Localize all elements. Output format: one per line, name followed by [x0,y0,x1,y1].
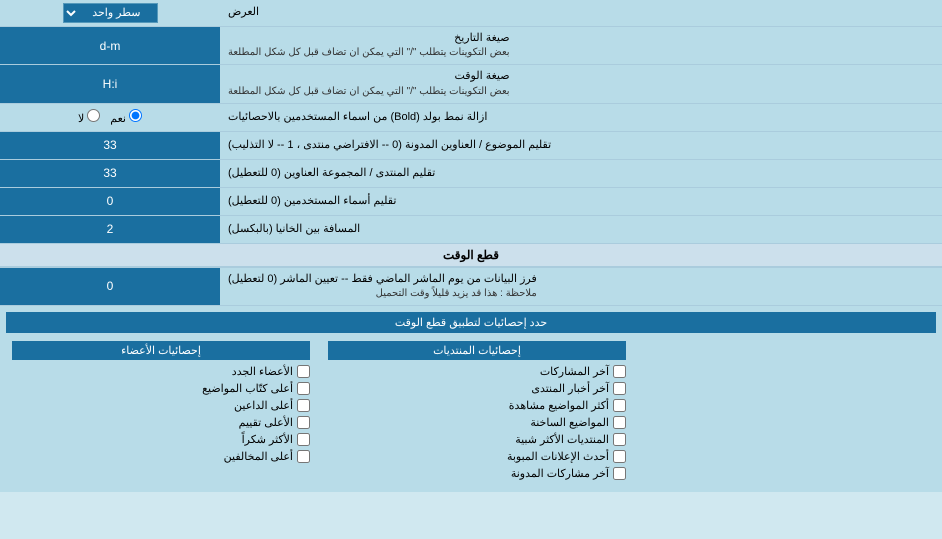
bold-no-radio[interactable] [87,109,100,122]
space-between-input[interactable] [6,222,214,236]
space-between-label: المسافة بين الخانيا (بالبكسل) [220,216,942,243]
user-names-label: تقليم أسماء المستخدمين (0 للتعطيل) [220,188,942,215]
date-format-input[interactable] [6,39,214,53]
checkbox-new-members[interactable] [297,365,310,378]
topics-per-forum-row: تقليم الموضوع / العناوين المدونة (0 -- ا… [0,132,942,160]
checkbox-item-6[interactable]: أحدث الإعلانات المبوبة [328,448,626,465]
time-cut-header: قطع الوقت [0,244,942,268]
checkbox-item-m2[interactable]: أعلى كتّاب المواضيع [12,380,310,397]
date-format-row: صيغة التاريخ بعض التكوينات يتطلب "/" الت… [0,27,942,65]
checkbox-top-callers[interactable] [297,399,310,412]
stats-apply-header: حدد إحصائيات لتطبيق قطع الوقت [6,312,936,333]
topics-per-forum-label: تقليم الموضوع / العناوين المدونة (0 -- ا… [220,132,942,159]
checkbox-item-3[interactable]: أكثر المواضيع مشاهدة [328,397,626,414]
topics-per-forum-input[interactable] [6,138,214,152]
time-cut-label: فرز البيانات من يوم الماشر الماضي فقط --… [220,268,942,305]
date-format-input-cell[interactable] [0,27,220,64]
checkbox-grid: إحصائيات المنتديات آخر المشاركات آخر أخب… [6,337,936,486]
space-between-row: المسافة بين الخانيا (بالبكسل) [0,216,942,244]
forum-stats-col: إحصائيات المنتديات آخر المشاركات آخر أخب… [322,337,632,486]
time-cut-row: فرز البيانات من يوم الماشر الماضي فقط --… [0,268,942,306]
display-select-cell[interactable]: سطر واحد [0,0,220,26]
checkbox-item-m1[interactable]: الأعضاء الجدد [12,363,310,380]
checkbox-item-m6[interactable]: أعلى المخالفين [12,448,310,465]
checkbox-item-5[interactable]: المنتديات الأكثر شبية [328,431,626,448]
checkbox-item-2[interactable]: آخر أخبار المنتدى [328,380,626,397]
time-cut-input[interactable] [6,279,214,293]
time-format-input[interactable] [6,77,214,91]
forum-group-input[interactable] [6,166,214,180]
checkbox-latest-ads[interactable] [613,450,626,463]
bold-no-label[interactable]: لا [78,109,100,125]
checkbox-top-authors[interactable] [297,382,310,395]
checkbox-last-posts[interactable] [613,365,626,378]
main-header-row: العرض سطر واحد [0,0,942,27]
bold-yes-label[interactable]: نعم [110,109,142,125]
checkbox-item-1[interactable]: آخر المشاركات [328,363,626,380]
empty-col [638,337,936,486]
user-names-input-cell[interactable] [0,188,220,215]
checkbox-item-m3[interactable]: أعلى الداعين [12,397,310,414]
bold-yes-radio[interactable] [129,109,142,122]
checkbox-hot-topics[interactable] [613,416,626,429]
user-names-input[interactable] [6,194,214,208]
space-between-input-cell[interactable] [0,216,220,243]
user-names-row: تقليم أسماء المستخدمين (0 للتعطيل) [0,188,942,216]
member-stats-col: إحصائيات الأعضاء الأعضاء الجدد أعلى كتّا… [6,337,316,486]
topics-per-forum-input-cell[interactable] [0,132,220,159]
forum-stats-header: إحصائيات المنتديات [328,341,626,360]
time-format-row: صيغة الوقت بعض التكوينات يتطلب "/" التي … [0,65,942,103]
time-format-label: صيغة الوقت بعض التكوينات يتطلب "/" التي … [220,65,942,102]
bold-remove-row: ازالة نمط بولد (Bold) من اسماء المستخدمي… [0,104,942,132]
bottom-section: حدد إحصائيات لتطبيق قطع الوقت إحصائيات ا… [0,306,942,492]
main-header-label: العرض [220,0,942,26]
forum-group-input-cell[interactable] [0,160,220,187]
checkbox-last-blog[interactable] [613,467,626,480]
bold-remove-radio-cell: نعم لا [0,104,220,131]
checkbox-top-rated[interactable] [297,416,310,429]
time-format-input-cell[interactable] [0,65,220,102]
forum-group-row: تقليم المنتدى / المجموعة العناوين (0 للت… [0,160,942,188]
checkbox-most-thanked[interactable] [297,433,310,446]
checkbox-item-m4[interactable]: الأعلى تقييم [12,414,310,431]
display-select[interactable]: سطر واحد [63,3,158,23]
checkbox-item-7[interactable]: آخر مشاركات المدونة [328,465,626,482]
forum-group-label: تقليم المنتدى / المجموعة العناوين (0 للت… [220,160,942,187]
bold-remove-label: ازالة نمط بولد (Bold) من اسماء المستخدمي… [220,104,942,131]
checkbox-item-4[interactable]: المواضيع الساخنة [328,414,626,431]
checkbox-last-news[interactable] [613,382,626,395]
checkbox-top-violators[interactable] [297,450,310,463]
member-stats-header: إحصائيات الأعضاء [12,341,310,360]
time-cut-input-cell[interactable] [0,268,220,305]
checkbox-most-viewed[interactable] [613,399,626,412]
checkbox-item-m5[interactable]: الأكثر شكراً [12,431,310,448]
date-format-label: صيغة التاريخ بعض التكوينات يتطلب "/" الت… [220,27,942,64]
checkbox-most-similar[interactable] [613,433,626,446]
